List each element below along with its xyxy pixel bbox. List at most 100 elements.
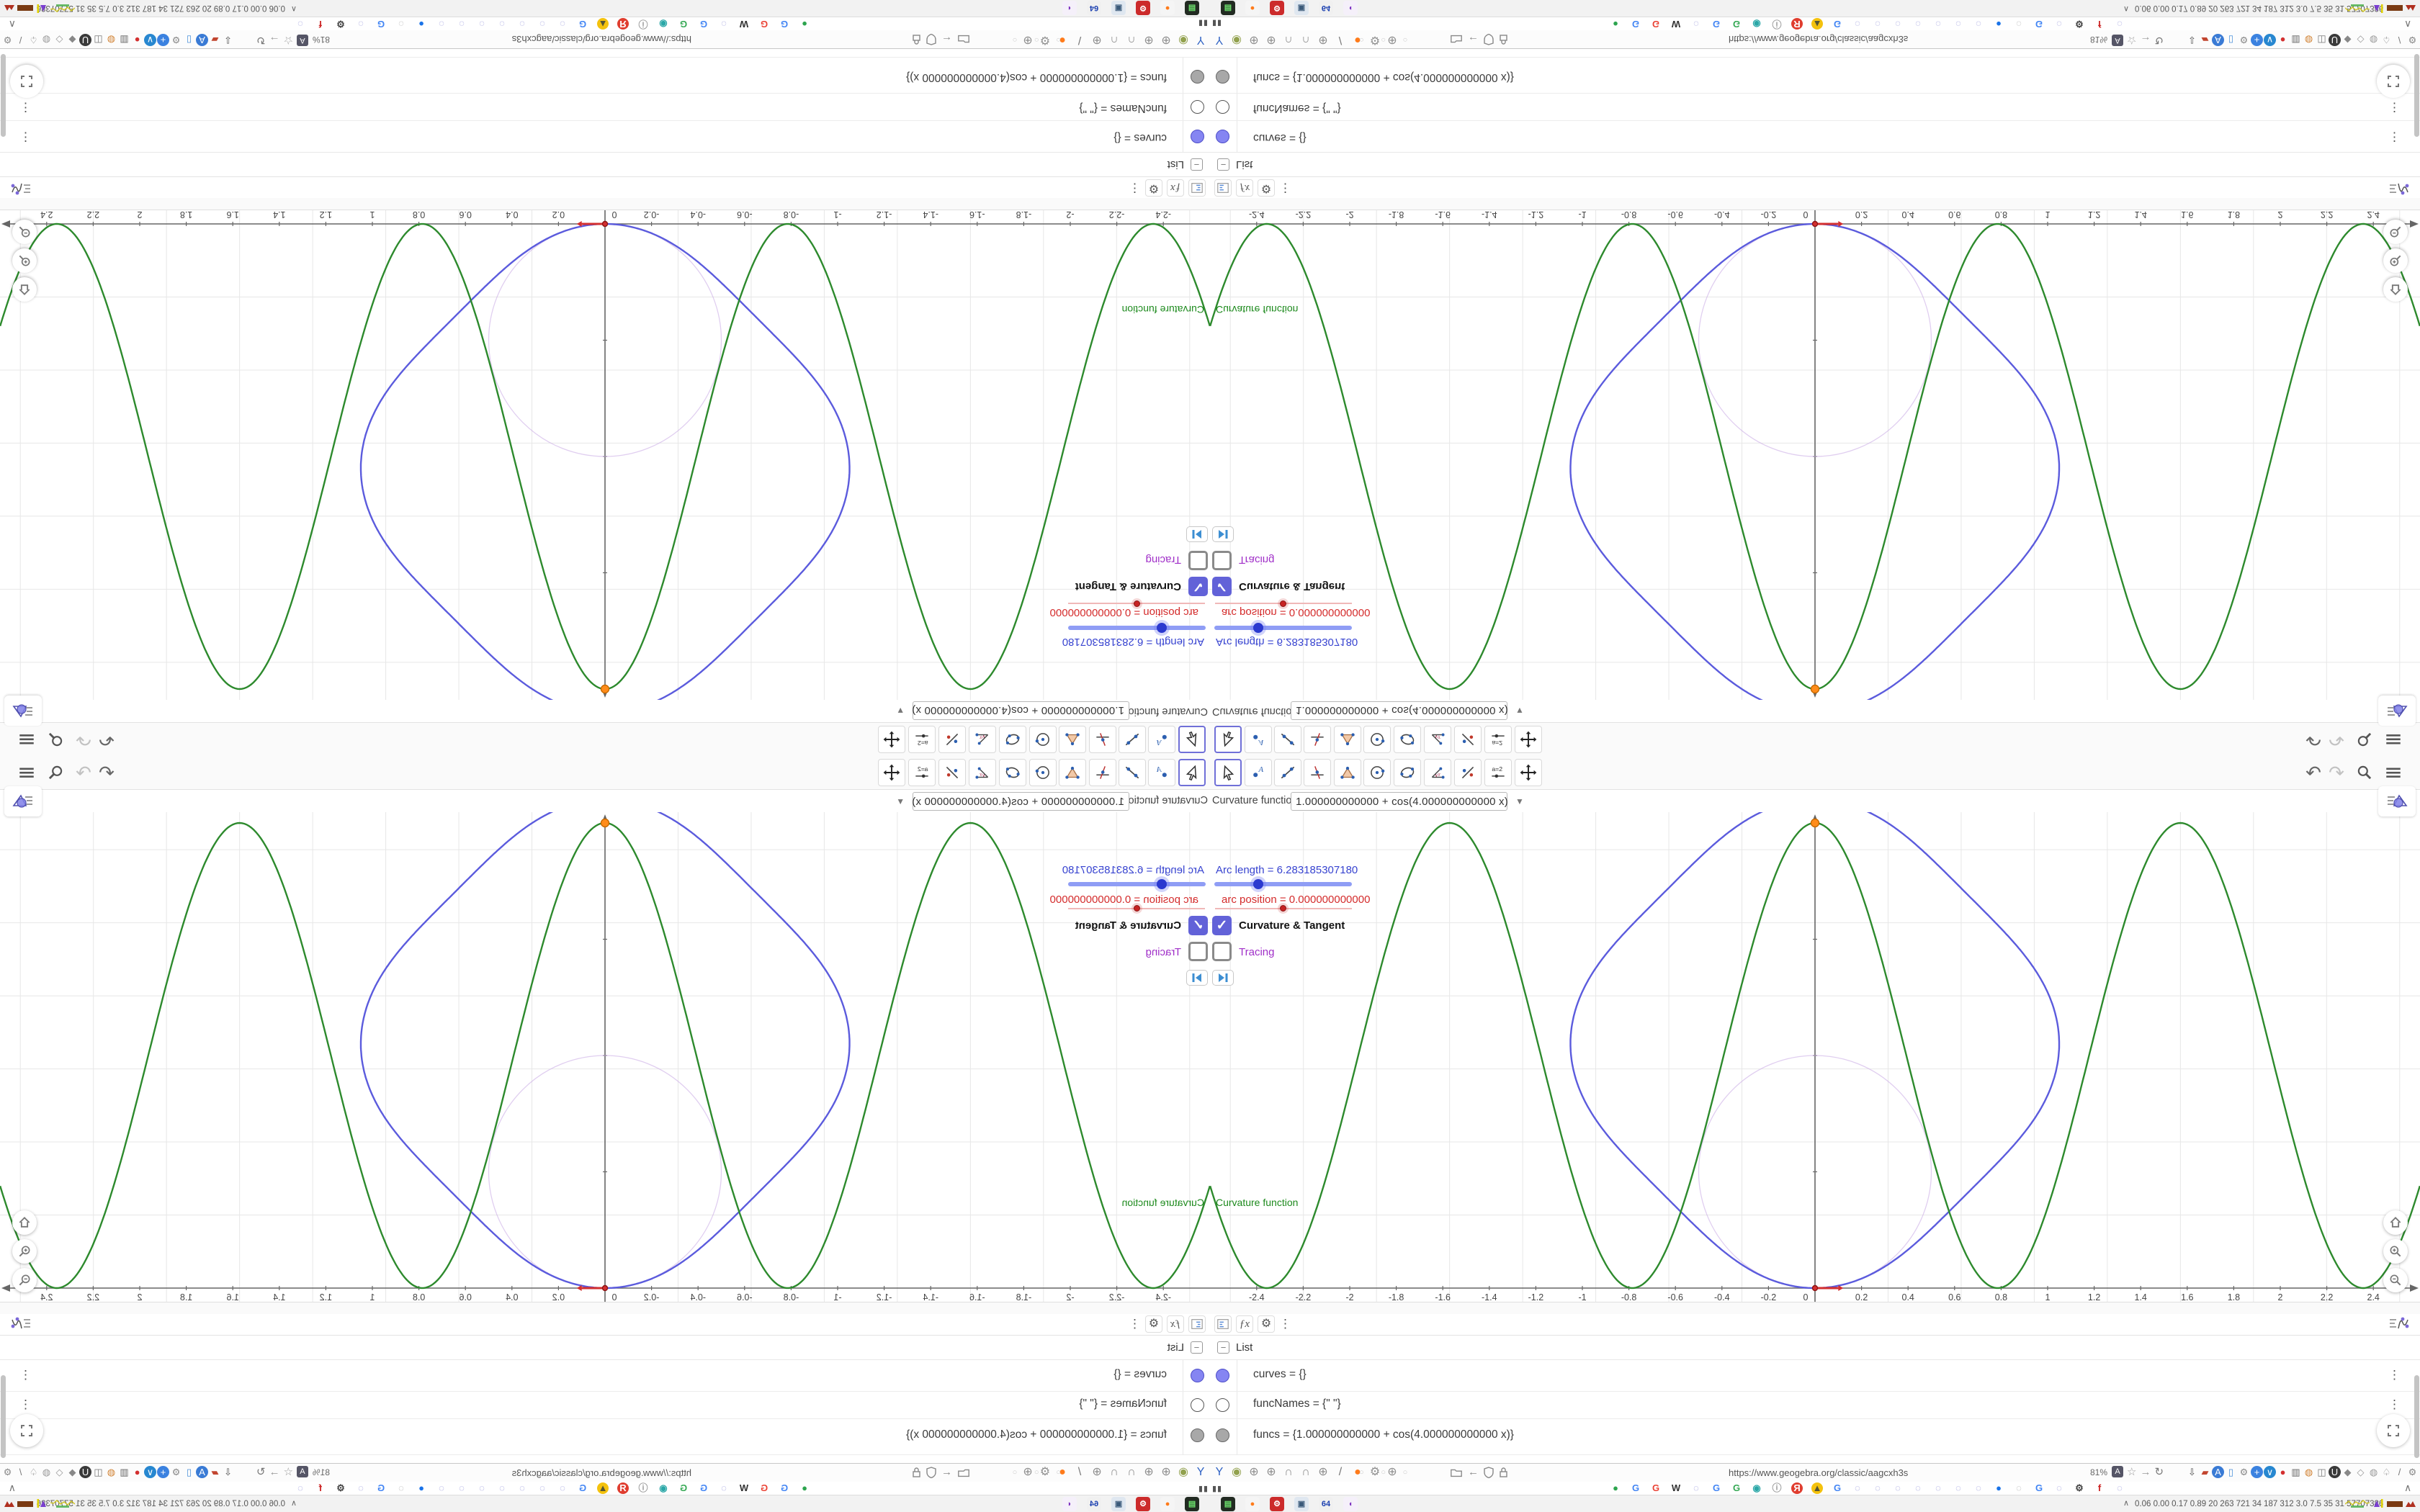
tool-point-button[interactable]: A	[1148, 726, 1175, 753]
taskbar-icon[interactable]: ▤	[1221, 1497, 1235, 1511]
graphics-view-menu-button[interactable]	[2378, 786, 2416, 816]
panel-divider[interactable]	[1210, 198, 2420, 210]
extension-icon[interactable]: ▥	[118, 1466, 130, 1478]
algebra-row-funcs[interactable]: funcs = {1.000000000000 + cos(4.00000000…	[0, 57, 1210, 93]
algebra-scrollbar[interactable]	[1, 1375, 6, 1458]
extension-icon[interactable]: ▰	[209, 1466, 221, 1478]
step-forward-button[interactable]	[1212, 526, 1234, 542]
nav-icon[interactable]: ⊕	[1089, 32, 1105, 48]
tool-reflect-button[interactable]	[1454, 726, 1482, 753]
taskbar-icon[interactable]: ▣	[1111, 1497, 1126, 1511]
fullscreen-button[interactable]	[2377, 65, 2410, 98]
fullscreen-button[interactable]	[10, 65, 43, 98]
forward-arrow-icon[interactable]: →	[2140, 1466, 2151, 1478]
taskbar-icon[interactable]: ⚙	[1136, 1497, 1150, 1511]
extension-icon[interactable]: ⚙	[2238, 34, 2250, 46]
favicon-icon[interactable]: ●	[1993, 1482, 2004, 1494]
main-menu-button[interactable]	[16, 762, 37, 783]
zoom-in-button[interactable]	[12, 248, 37, 273]
tool-polygon-button[interactable]	[1059, 759, 1086, 786]
translate-icon[interactable]: A	[297, 35, 308, 46]
tool-move-graphics-button[interactable]	[878, 759, 905, 786]
extension-icon[interactable]: ♤	[27, 34, 40, 46]
favicon-icon[interactable]: G	[577, 18, 588, 30]
undo-button[interactable]: ↶	[2303, 729, 2324, 750]
undo-button[interactable]: ↶	[96, 762, 117, 783]
extension-icon[interactable]: A	[196, 34, 208, 46]
favicon-icon[interactable]: G	[1650, 18, 1662, 30]
favicon-icon[interactable]: ◌	[1690, 1482, 1702, 1494]
favicon-icon[interactable]: ⚙	[335, 18, 346, 30]
favicon-icon[interactable]: Я	[617, 1482, 629, 1494]
tool-circle-button[interactable]	[1029, 759, 1057, 786]
favicon-icon[interactable]: G	[1731, 18, 1742, 30]
favicon-icon[interactable]: G	[1630, 1482, 1641, 1494]
favicon-icon[interactable]: G	[1630, 18, 1641, 30]
nav-icon[interactable]: ⊕	[1089, 1464, 1105, 1480]
taskbar-icon[interactable]: 64	[1319, 1497, 1333, 1511]
bookmark-star-icon[interactable]: ☆	[2127, 34, 2136, 47]
extension-icon[interactable]: ▥	[118, 34, 130, 46]
tool-circle-button[interactable]	[1029, 726, 1057, 753]
step-forward-button[interactable]	[1212, 970, 1234, 986]
extension-icon[interactable]: U	[2329, 34, 2341, 46]
favicon-icon[interactable]: ◌	[2114, 1482, 2125, 1494]
nav-icon[interactable]: /	[1332, 32, 1348, 48]
extension-icon[interactable]: ◇	[2354, 1466, 2367, 1478]
extension-icon[interactable]: ⇩	[2186, 34, 2198, 46]
lock-icon[interactable]	[1499, 35, 1508, 46]
tool-move-button[interactable]	[1178, 759, 1206, 786]
tool-move-button[interactable]	[1214, 759, 1242, 786]
graphics-view[interactable]: -2.4 -2.2 -2 -1.8 -1.6 -1.4 -1.2 -1 -0.8 -0.6 -0.4…	[1210, 812, 2420, 1302]
folder-icon[interactable]	[957, 1467, 970, 1478]
lock-icon[interactable]	[912, 35, 921, 46]
favicon-icon[interactable]: G	[1731, 1482, 1742, 1494]
function-input[interactable]: 1.000000000000 + cos(4.000000000000 x) ▼	[896, 792, 1129, 811]
row-kebab-menu[interactable]: ⋮	[19, 1398, 32, 1412]
favicon-icon[interactable]: ◌	[456, 1482, 467, 1494]
algebra-row-curves[interactable]: curves = {} ⋮	[0, 1360, 1210, 1392]
favicon-icon[interactable]: ●	[416, 18, 427, 30]
extension-icon[interactable]: ◍	[40, 34, 53, 46]
taskbar-icon[interactable]: 64	[1319, 1, 1333, 15]
nav-icon[interactable]: ∩	[1106, 32, 1122, 48]
favicon-icon[interactable]: G	[758, 18, 770, 30]
extension-icon[interactable]: ∨	[144, 34, 156, 46]
favicon-icon[interactable]: G	[1832, 18, 1843, 30]
taskbar-icon[interactable]: ●	[1160, 1, 1175, 15]
favicon-icon[interactable]: ◌	[1973, 1482, 1984, 1494]
favicon-icon[interactable]: ⓘ	[1771, 18, 1783, 30]
row-kebab-menu[interactable]: ⋮	[2388, 130, 2401, 144]
extension-icon[interactable]: /	[2393, 34, 2406, 46]
extension-icon[interactable]: ▰	[2199, 34, 2211, 46]
taskbar-icon[interactable]: ●	[1245, 1, 1260, 15]
extension-icon[interactable]: +	[2251, 34, 2263, 46]
taskbar-icon[interactable]: ⚙	[1270, 1497, 1284, 1511]
tool-circle-button[interactable]	[1363, 726, 1391, 753]
algebra-header-kebab-menu[interactable]: ⋮	[1129, 181, 1141, 195]
folder-icon[interactable]	[1450, 1467, 1463, 1478]
extension-icon[interactable]: +	[157, 1466, 169, 1478]
tool-move-graphics-button[interactable]	[1515, 759, 1542, 786]
graphics-view[interactable]: -2.4 -2.2 -2 -1.8 -1.6 -1.4 -1.2 -1 -0.8 -0.6 -0.4…	[0, 812, 1210, 1302]
favicon-icon[interactable]: ◌	[1953, 1482, 1964, 1494]
nav-icon[interactable]: Y	[1211, 32, 1227, 48]
function-input[interactable]: 1.000000000000 + cos(4.000000000000 x) ▼	[896, 701, 1129, 720]
status-expand-icon[interactable]: ∧	[291, 4, 297, 14]
extension-icon[interactable]: ●	[131, 1466, 143, 1478]
redo-button[interactable]: ↷	[2326, 729, 2347, 750]
nav-icon[interactable]: ⊕	[1315, 32, 1331, 48]
tool-move-button[interactable]	[1214, 726, 1242, 753]
main-menu-button[interactable]	[2383, 729, 2404, 750]
forward-arrow-icon[interactable]: →	[2140, 35, 2151, 47]
arc-length-slider-knob[interactable]	[1253, 879, 1263, 889]
search-button[interactable]	[45, 762, 66, 783]
panel-divider[interactable]	[1210, 1302, 2420, 1314]
favicon-icon[interactable]: ●	[1993, 18, 2004, 30]
tool-ellipse-button[interactable]	[1394, 759, 1421, 786]
algebra-settings-button[interactable]: ⚙	[1258, 179, 1275, 197]
search-button[interactable]	[45, 729, 66, 750]
tool-reflect-button[interactable]	[938, 726, 966, 753]
favicon-icon[interactable]: ◌	[1892, 1482, 1904, 1494]
favicon-icon[interactable]: G	[758, 1482, 770, 1494]
